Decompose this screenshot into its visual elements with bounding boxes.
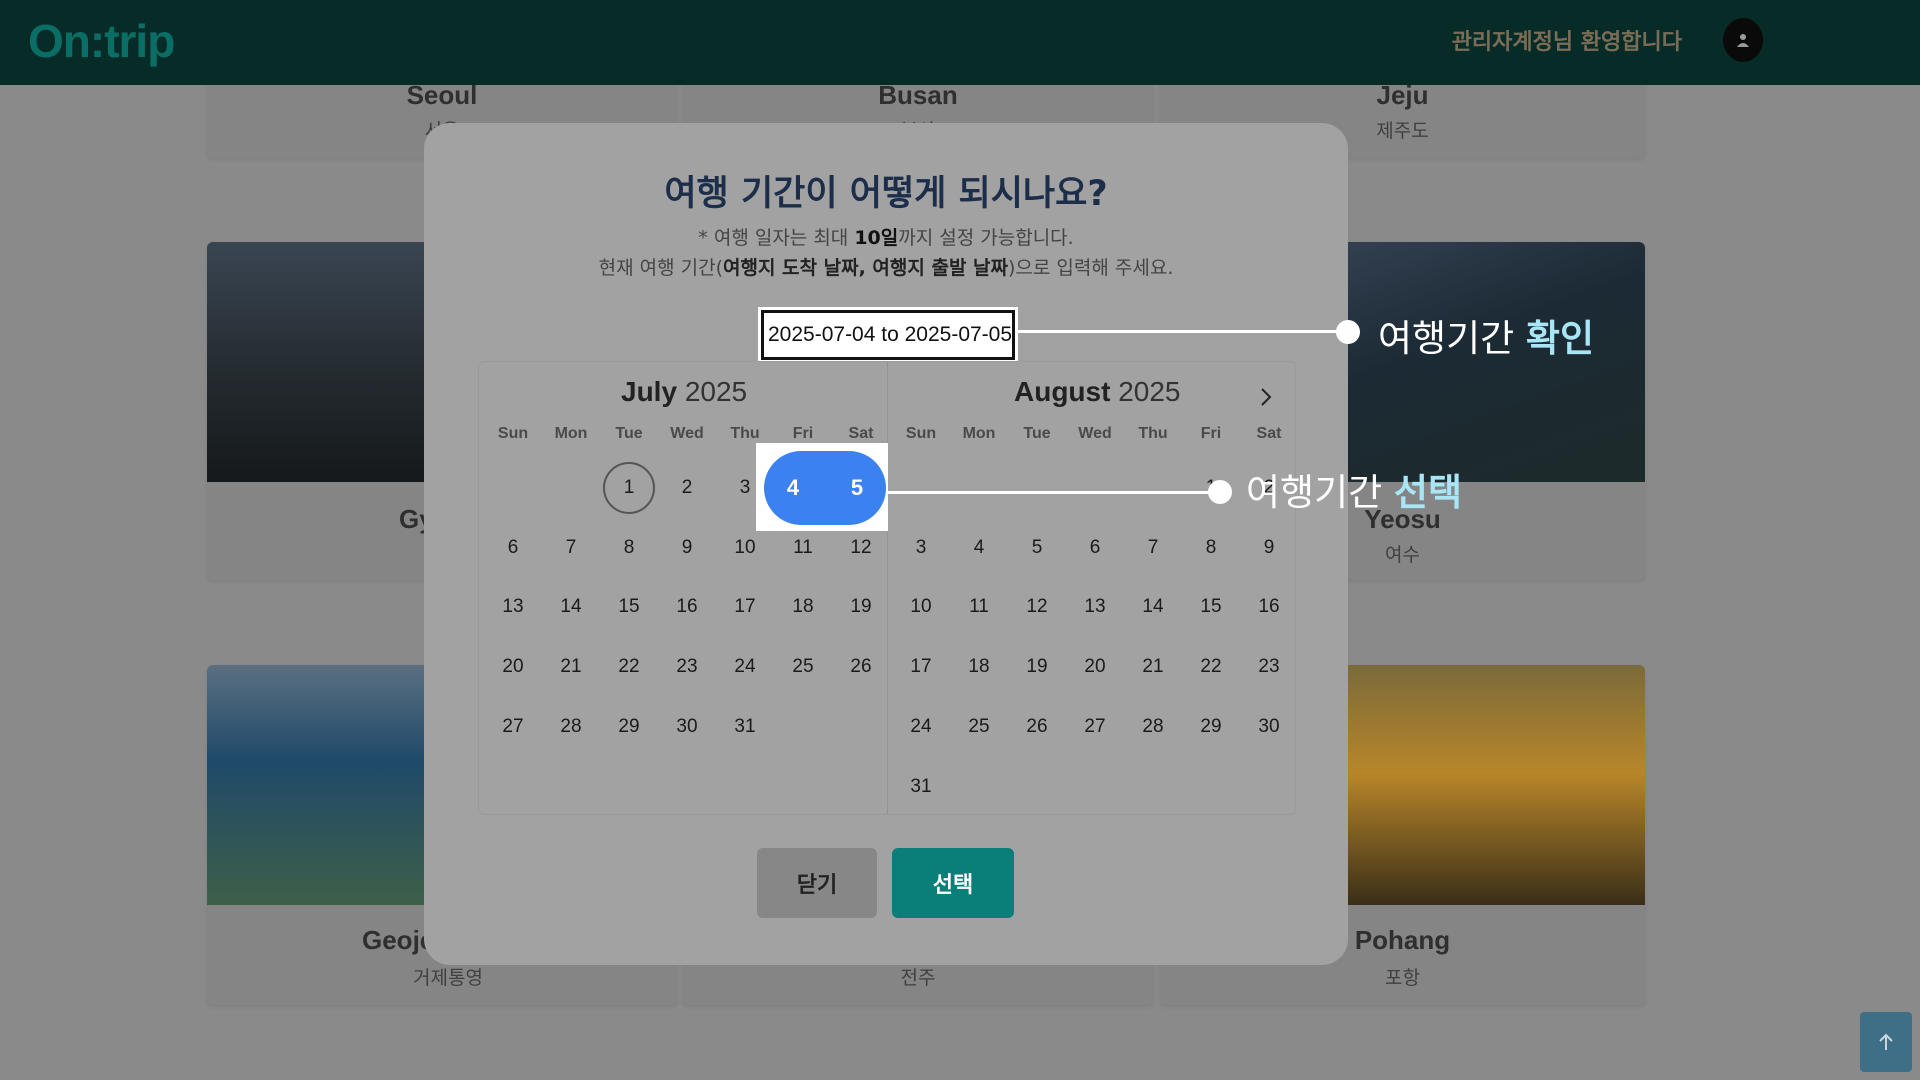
user-avatar[interactable]	[1723, 18, 1763, 62]
day-july-29[interactable]: 29	[600, 701, 658, 753]
annotation-label-select: 여행기간 선택	[1246, 471, 1463, 514]
scroll-to-top-button[interactable]	[1860, 1012, 1912, 1072]
day-august-5[interactable]: 5	[1008, 522, 1066, 574]
weekday-header: Sat	[1256, 425, 1282, 442]
day-august-20[interactable]: 20	[1066, 641, 1124, 693]
day-july-5-selected[interactable]: 5	[828, 451, 886, 525]
day-august-25[interactable]: 25	[950, 701, 1008, 753]
day-august-10[interactable]: 10	[892, 581, 950, 633]
month-title-august: August 2025	[1014, 376, 1181, 407]
annotation-dot-confirm	[1336, 320, 1360, 344]
day-august-28[interactable]: 28	[1124, 701, 1182, 753]
annotation-line-confirm	[1015, 330, 1351, 333]
day-august-9[interactable]: 9	[1240, 522, 1298, 574]
day-august-27[interactable]: 27	[1066, 701, 1124, 753]
top-navbar: On:trip 관리자계정님 환영합니다	[0, 0, 1920, 85]
day-july-25[interactable]: 25	[774, 641, 832, 693]
next-month-button[interactable]	[1251, 382, 1281, 412]
day-july-26[interactable]: 26	[832, 641, 890, 693]
day-july-14[interactable]: 14	[542, 581, 600, 633]
day-july-21[interactable]: 21	[542, 641, 600, 693]
day-august-19[interactable]: 19	[1008, 641, 1066, 693]
day-august-3[interactable]: 3	[892, 522, 950, 574]
weekday-header: Wed	[670, 425, 704, 442]
weekday-header: Wed	[1078, 425, 1112, 442]
day-july-18[interactable]: 18	[774, 581, 832, 633]
month-title-july: July 2025	[621, 376, 748, 407]
day-july-13[interactable]: 13	[484, 581, 542, 633]
day-july-17[interactable]: 17	[716, 581, 774, 633]
day-august-15[interactable]: 15	[1182, 581, 1240, 633]
day-august-4[interactable]: 4	[950, 522, 1008, 574]
day-july-22[interactable]: 22	[600, 641, 658, 693]
day-july-2[interactable]: 2	[658, 462, 716, 514]
input-format-note: 현재 여행 기간(여행지 도착 날짜, 여행지 출발 날짜)으로 입력해 주세요…	[598, 257, 1174, 279]
arrow-up-icon	[1879, 1033, 1893, 1050]
day-august-18[interactable]: 18	[950, 641, 1008, 693]
day-august-17[interactable]: 17	[892, 641, 950, 693]
day-july-16[interactable]: 16	[658, 581, 716, 633]
weekday-header: Tue	[1023, 425, 1051, 442]
day-july-23[interactable]: 23	[658, 641, 716, 693]
brand-logo[interactable]: On:trip	[28, 14, 175, 68]
max-days-note: * 여행 일자는 최대 10일까지 설정 가능합니다.	[698, 227, 1074, 249]
annotation-dot-select	[1208, 480, 1232, 504]
day-july-20[interactable]: 20	[484, 641, 542, 693]
day-july-30[interactable]: 30	[658, 701, 716, 753]
day-august-13[interactable]: 13	[1066, 581, 1124, 633]
date-range-calendar: July 2025 August 2025 Sun Mon Tue Wed Thu Fri…	[478, 361, 1296, 815]
weekday-header: Mon	[962, 425, 996, 442]
weekday-header: Thu	[730, 425, 760, 442]
user-icon	[1737, 34, 1749, 47]
day-august-30[interactable]: 30	[1240, 701, 1298, 753]
travel-period-modal: 여행 기간이 어떻게 되시나요? * 여행 일자는 최대 10일까지 설정 가능…	[424, 123, 1348, 965]
welcome-text: 관리자계정님 환영합니다	[1451, 30, 1682, 55]
day-july-24[interactable]: 24	[716, 641, 774, 693]
modal-title: 여행 기간이 어떻게 되시나요?	[664, 174, 1108, 214]
day-august-24[interactable]: 24	[892, 701, 950, 753]
annotation-label-confirm: 여행기간 확인	[1378, 317, 1595, 360]
day-july-6[interactable]: 6	[484, 522, 542, 574]
day-august-12[interactable]: 12	[1008, 581, 1066, 633]
day-august-6[interactable]: 6	[1066, 522, 1124, 574]
day-august-8[interactable]: 8	[1182, 522, 1240, 574]
select-button[interactable]: 선택	[892, 848, 1014, 918]
close-button[interactable]: 닫기	[757, 848, 877, 918]
day-july-1[interactable]: 1	[603, 462, 655, 514]
day-august-16[interactable]: 16	[1240, 581, 1298, 633]
weekday-header: Sun	[497, 425, 529, 442]
weekday-header: Mon	[554, 425, 588, 442]
day-august-14[interactable]: 14	[1124, 581, 1182, 633]
day-july-31[interactable]: 31	[716, 701, 774, 753]
weekday-header: Thu	[1138, 425, 1168, 442]
day-august-7[interactable]: 7	[1124, 522, 1182, 574]
day-july-28[interactable]: 28	[542, 701, 600, 753]
weekday-header: Sun	[905, 425, 937, 442]
day-august-29[interactable]: 29	[1182, 701, 1240, 753]
city-korean-name: 거제통영	[413, 967, 483, 989]
day-july-8[interactable]: 8	[600, 522, 658, 574]
day-july-9[interactable]: 9	[658, 522, 716, 574]
day-august-26[interactable]: 26	[1008, 701, 1066, 753]
day-july-15[interactable]: 15	[600, 581, 658, 633]
weekday-header: Fri	[792, 425, 814, 442]
weekday-header: Tue	[615, 425, 643, 442]
day-july-27[interactable]: 27	[484, 701, 542, 753]
day-july-7[interactable]: 7	[542, 522, 600, 574]
day-july-19[interactable]: 19	[832, 581, 890, 633]
city-korean-name: 전주	[900, 967, 936, 989]
weekday-header: Sat	[848, 425, 874, 442]
chevron-right-icon	[1261, 388, 1272, 406]
date-range-input[interactable]	[758, 307, 1018, 363]
city-korean-name: 포항	[1385, 967, 1420, 989]
day-august-11[interactable]: 11	[950, 581, 1008, 633]
day-august-22[interactable]: 22	[1182, 641, 1240, 693]
day-july-4-selected[interactable]: 4	[764, 451, 822, 525]
annotation-line-select	[888, 491, 1220, 494]
day-august-31[interactable]: 31	[892, 761, 950, 813]
day-august-23[interactable]: 23	[1240, 641, 1298, 693]
weekday-header: Fri	[1200, 425, 1222, 442]
day-august-21[interactable]: 21	[1124, 641, 1182, 693]
